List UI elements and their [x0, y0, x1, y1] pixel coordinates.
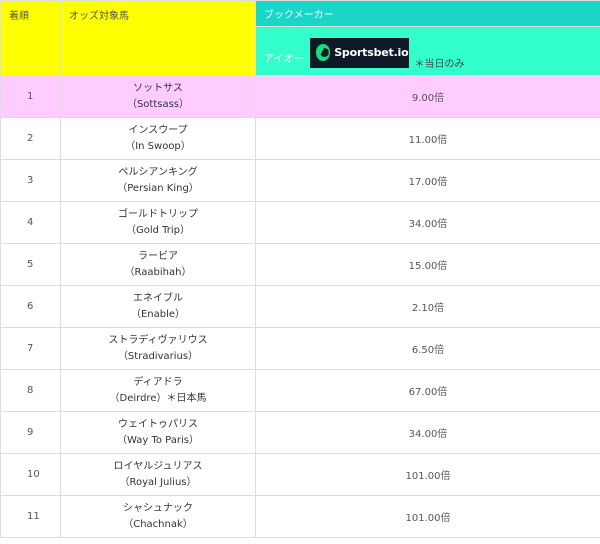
- horse-name-en: （Deirdre）＊日本馬: [109, 392, 207, 404]
- rank-cell: 11: [0, 495, 61, 538]
- bookmaker-note: ＊当日のみ: [414, 59, 465, 70]
- bookmaker-label: アイオー: [264, 54, 304, 65]
- odds-cell: 101.00倍: [255, 453, 600, 496]
- horse-name-en: （Stradivarius）: [117, 350, 199, 362]
- odds-cell: 34.00倍: [255, 411, 600, 454]
- sportsbet-logo[interactable]: Sportsbet.io: [309, 37, 409, 68]
- horse-cell: シャシュナック （Chachnak）: [60, 495, 256, 538]
- horse-name-en: （Chachnak）: [123, 518, 193, 530]
- table-row: 4 ゴールドトリップ （Gold Trip） 34.00倍: [0, 201, 600, 244]
- odds-cell: 11.00倍: [255, 117, 600, 160]
- odds-cell: 9.00倍: [255, 75, 600, 118]
- horse-name-en: （Raabihah）: [124, 266, 192, 278]
- horse-name-ja: ディアドラ: [133, 376, 183, 388]
- horse-cell: ディアドラ （Deirdre）＊日本馬: [60, 369, 256, 412]
- horse-name-ja: ペルシアンキング: [118, 166, 198, 178]
- odds-cell: 101.00倍: [255, 495, 600, 538]
- horse-cell: インスウープ （In Swoop）: [60, 117, 256, 160]
- table-row: 7 ストラディヴァリウス （Stradivarius） 6.50倍: [0, 327, 600, 370]
- odds-cell: 17.00倍: [255, 159, 600, 202]
- horse-name-ja: シャシュナック: [123, 502, 193, 514]
- table-row: 11 シャシュナック （Chachnak） 101.00倍: [0, 495, 600, 538]
- horse-name-en: （Persian King）: [117, 182, 199, 194]
- horse-cell: ロイヤルジュリアス （Royal Julius）: [60, 453, 256, 496]
- table-row: 8 ディアドラ （Deirdre）＊日本馬 67.00倍: [0, 369, 600, 412]
- sportsbet-logo-text: Sportsbet.io: [334, 46, 409, 59]
- horse-name-en: （Royal Julius）: [119, 476, 197, 488]
- horse-name-en: （Enable）: [130, 308, 186, 320]
- rank-cell: 7: [0, 327, 61, 370]
- rank-cell: 6: [0, 285, 61, 328]
- odds-cell: 6.50倍: [255, 327, 600, 370]
- sportsbet-logo-icon: [315, 44, 331, 61]
- rank-cell: 3: [0, 159, 61, 202]
- odds-table: 着順 オッズ対象馬 ブックメーカー アイオー Sportsbet.io ＊当日の…: [0, 0, 600, 538]
- horse-name-ja: ラービア: [138, 250, 178, 262]
- rank-cell: 5: [0, 243, 61, 286]
- bookmaker-info: アイオー Sportsbet.io ＊当日のみ: [264, 35, 465, 70]
- horse-cell: エネイブル （Enable）: [60, 285, 256, 328]
- rank-cell: 1: [0, 75, 61, 118]
- rank-cell: 4: [0, 201, 61, 244]
- rank-cell: 10: [0, 453, 61, 496]
- table-row: 9 ウェイトゥパリス （Way To Paris） 34.00倍: [0, 411, 600, 454]
- horse-name-ja: ストラディヴァリウス: [108, 334, 208, 346]
- odds-cell: 67.00倍: [255, 369, 600, 412]
- table-row: 3 ペルシアンキング （Persian King） 17.00倍: [0, 159, 600, 202]
- table-row: 1 ソットサス （Sottsass） 9.00倍: [0, 75, 600, 118]
- table-row: 2 インスウープ （In Swoop） 11.00倍: [0, 117, 600, 160]
- horse-name-en: （In Swoop）: [125, 140, 191, 152]
- table-row: 10 ロイヤルジュリアス （Royal Julius） 101.00倍: [0, 453, 600, 496]
- horse-cell: ストラディヴァリウス （Stradivarius）: [60, 327, 256, 370]
- bookmaker-cell: アイオー Sportsbet.io ＊当日のみ: [255, 26, 600, 76]
- odds-cell: 34.00倍: [255, 201, 600, 244]
- odds-cell: 15.00倍: [255, 243, 600, 286]
- rank-cell: 9: [0, 411, 61, 454]
- horse-cell: ゴールドトリップ （Gold Trip）: [60, 201, 256, 244]
- table-row: 5 ラービア （Raabihah） 15.00倍: [0, 243, 600, 286]
- rank-header: 着順: [0, 0, 61, 76]
- horse-name-ja: ゴールドトリップ: [118, 208, 198, 220]
- odds-cell: 2.10倍: [255, 285, 600, 328]
- horse-name-en: （Gold Trip）: [125, 224, 191, 236]
- horse-cell: ラービア （Raabihah）: [60, 243, 256, 286]
- horse-name-ja: ロイヤルジュリアス: [113, 460, 203, 472]
- horse-header: オッズ対象馬: [60, 0, 256, 76]
- horse-name-ja: ウェイトゥパリス: [118, 418, 198, 430]
- horse-name-ja: インスウープ: [128, 124, 188, 136]
- horse-cell: ソットサス （Sottsass）: [60, 75, 256, 118]
- horse-cell: ウェイトゥパリス （Way To Paris）: [60, 411, 256, 454]
- table-row: 6 エネイブル （Enable） 2.10倍: [0, 285, 600, 328]
- horse-name-en: （Way To Paris）: [117, 434, 199, 446]
- bookmaker-header: ブックメーカー: [255, 0, 600, 27]
- odds-table-body: 1 ソットサス （Sottsass） 9.00倍 2 インスウープ （In Swoo…: [0, 75, 600, 538]
- rank-cell: 8: [0, 369, 61, 412]
- horse-cell: ペルシアンキング （Persian King）: [60, 159, 256, 202]
- horse-name-ja: エネイブル: [133, 292, 183, 304]
- horse-name-ja: ソットサス: [133, 82, 183, 94]
- rank-cell: 2: [0, 117, 61, 160]
- horse-name-en: （Sottsass）: [126, 98, 190, 110]
